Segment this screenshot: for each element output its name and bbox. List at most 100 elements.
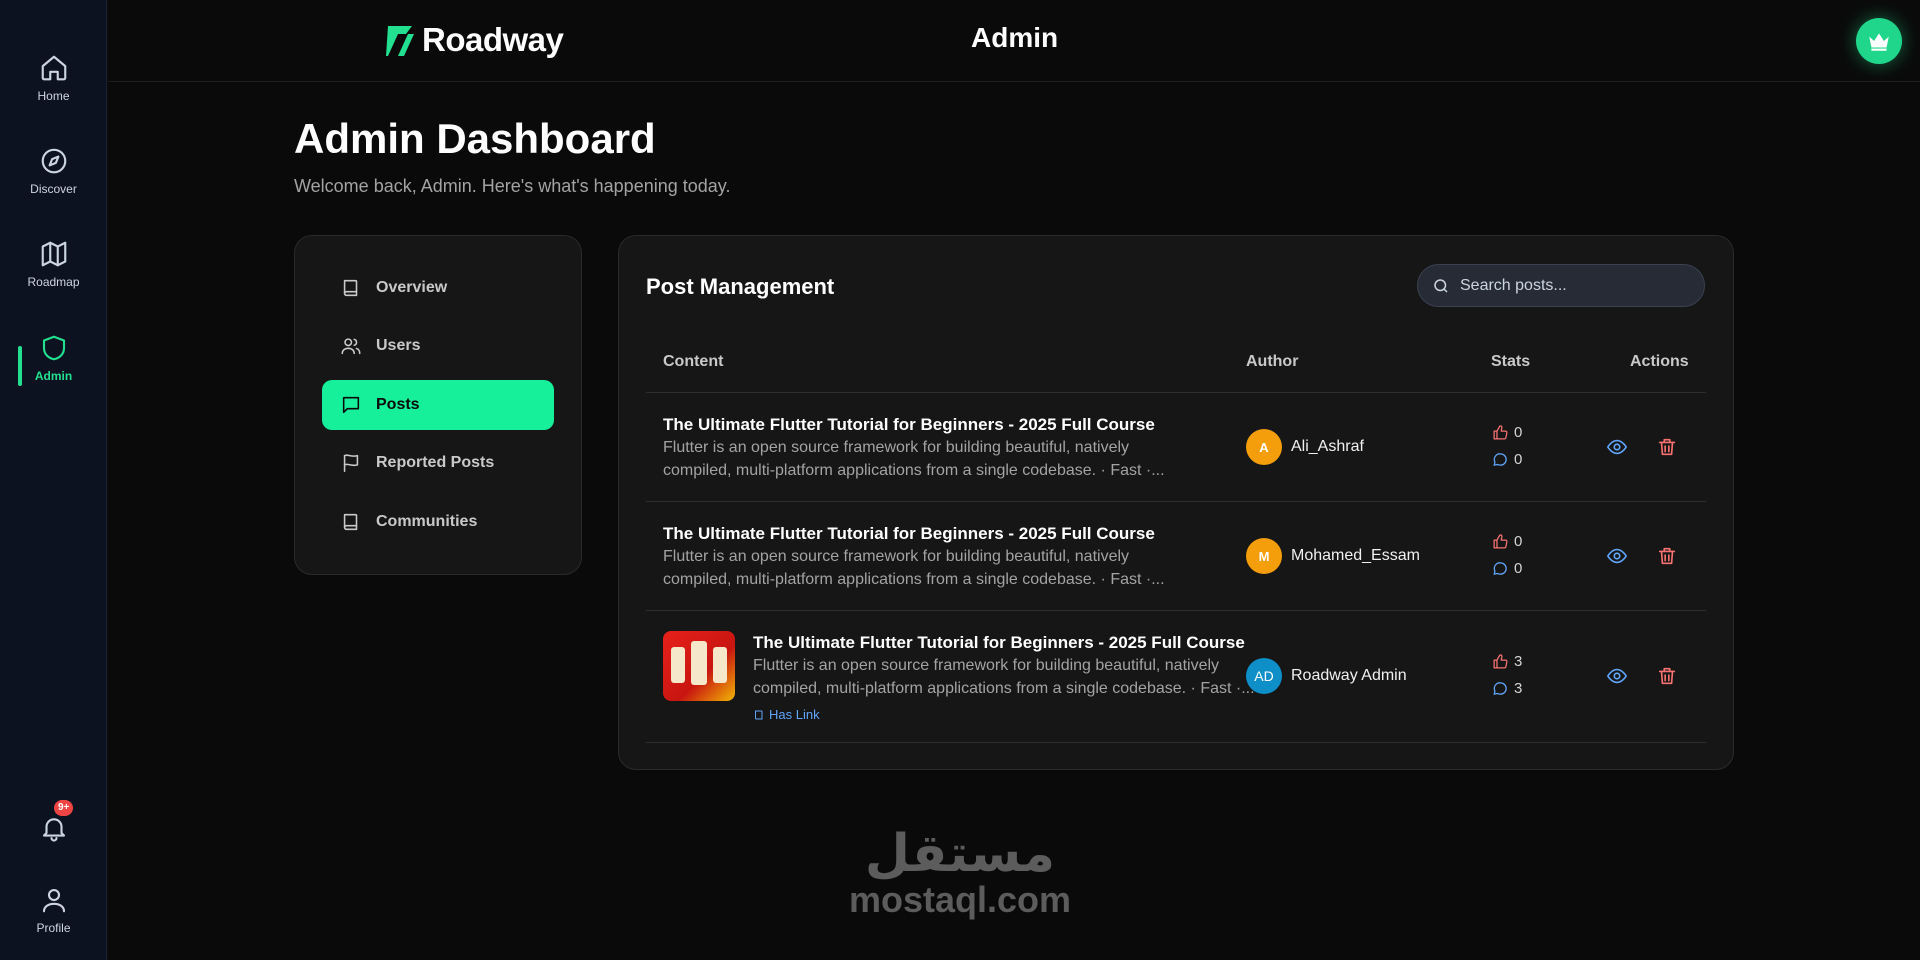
top-bar: Roadway Admin [108, 0, 1920, 82]
user-icon [42, 888, 65, 913]
rail-label-discover: Discover [30, 182, 77, 196]
book-icon [755, 710, 763, 719]
left-rail: Home Discover Roadmap Admin 9+ Profile [0, 0, 107, 960]
comments-stat: 0 [1492, 560, 1522, 577]
comment-icon [1493, 562, 1507, 575]
post-thumbnail[interactable] [663, 631, 735, 701]
premium-button[interactable] [1856, 18, 1902, 64]
comments-stat: 3 [1492, 680, 1522, 697]
search-input[interactable] [1460, 276, 1690, 295]
table-row[interactable]: The Ultimate Flutter Tutorial for Beginn… [646, 502, 1706, 610]
users-icon [341, 338, 361, 355]
thumbnail-phone-mockup [713, 647, 727, 683]
likes-stat: 0 [1492, 424, 1522, 441]
likes-stat: 3 [1492, 653, 1522, 670]
has-link-tag[interactable]: Has Link [753, 707, 820, 722]
search-icon [1434, 278, 1448, 293]
nav-item-users[interactable]: Users [322, 321, 554, 371]
delete-post-button[interactable] [1654, 434, 1680, 460]
thumbs-up-icon [1493, 654, 1508, 669]
view-post-button[interactable] [1604, 543, 1630, 569]
nav-label-communities: Communities [376, 513, 478, 530]
rail-label-profile: Profile [36, 921, 71, 935]
nav-label-users: Users [376, 337, 421, 354]
watermark-latin: mostaql.com [848, 879, 1072, 920]
table-row[interactable]: The Ultimate Flutter Tutorial for Beginn… [646, 611, 1706, 742]
nav-item-reported-posts[interactable]: Reported Posts [322, 438, 554, 488]
rail-item-roadmap[interactable]: Roadmap [0, 224, 107, 304]
author-name[interactable]: Ali_Ashraf [1291, 438, 1364, 456]
comments-count: 0 [1514, 560, 1523, 577]
eye-icon [1607, 439, 1627, 455]
comment-icon [1493, 682, 1507, 695]
nav-item-overview[interactable]: Overview [322, 263, 554, 313]
trash-icon [1658, 438, 1676, 456]
row-divider [646, 742, 1706, 743]
rail-item-discover[interactable]: Discover [0, 131, 107, 211]
delete-post-button[interactable] [1654, 663, 1680, 689]
comments-count: 0 [1514, 451, 1523, 468]
rail-item-admin[interactable]: Admin [0, 318, 107, 398]
map-icon [41, 241, 66, 267]
post-management-title: Post Management [646, 274, 835, 299]
page-title: Admin Dashboard [294, 115, 656, 162]
comments-stat: 0 [1492, 451, 1522, 468]
author-name[interactable]: Roadway Admin [1291, 667, 1407, 685]
trash-icon [1658, 547, 1676, 565]
trash-icon [1658, 667, 1676, 685]
notifications-button[interactable]: 9+ [0, 788, 107, 868]
rail-label-admin: Admin [34, 369, 73, 383]
nav-label-posts: Posts [376, 396, 420, 413]
nav-item-communities[interactable]: Communities [322, 497, 554, 547]
bell-icon [42, 818, 65, 842]
roadway-logo[interactable]: Roadway [384, 20, 564, 60]
column-header-author: Author [1246, 353, 1299, 370]
likes-count: 3 [1514, 653, 1523, 670]
flag-icon [343, 454, 359, 473]
rail-label-roadmap: Roadmap [27, 275, 80, 289]
compass-icon [41, 148, 66, 174]
message-square-icon [342, 396, 360, 414]
watermark-arabic: مستقل [864, 824, 1056, 884]
post-excerpt: Flutter is an open source framework for … [663, 439, 1165, 479]
avatar: M [1246, 538, 1282, 574]
view-post-button[interactable] [1604, 434, 1630, 460]
thumbnail-phone-mockup [691, 641, 707, 685]
nav-label-overview: Overview [376, 279, 448, 296]
avatar: A [1246, 429, 1282, 465]
thumbs-up-icon [1493, 425, 1508, 440]
rail-item-profile[interactable]: Profile [0, 870, 107, 950]
thumbs-up-icon [1493, 534, 1508, 549]
home-icon [41, 55, 66, 81]
post-management-card: Post Management Content Author Stats Act… [618, 235, 1734, 770]
thumbnail-phone-mockup [671, 647, 685, 683]
likes-stat: 0 [1492, 533, 1522, 550]
post-excerpt: Flutter is an open source framework for … [753, 657, 1255, 697]
notification-count-badge: 9+ [54, 800, 74, 816]
mostaql-watermark: مستقل mostaql.com [840, 826, 1080, 918]
rail-item-home[interactable]: Home [0, 38, 107, 118]
post-title[interactable]: The Ultimate Flutter Tutorial for Beginn… [753, 633, 1245, 653]
post-excerpt: Flutter is an open source framework for … [663, 548, 1165, 588]
nav-label-reported-posts: Reported Posts [376, 454, 495, 471]
nav-item-posts[interactable]: Posts [322, 380, 554, 430]
comments-count: 3 [1514, 680, 1523, 697]
table-row[interactable]: The Ultimate Flutter Tutorial for Beginn… [646, 393, 1706, 501]
delete-post-button[interactable] [1654, 543, 1680, 569]
rail-label-home: Home [37, 89, 70, 103]
has-link-label: Has Link [769, 707, 820, 722]
author-name[interactable]: Mohamed_Essam [1291, 547, 1420, 565]
column-header-actions: Actions [1630, 353, 1689, 370]
likes-count: 0 [1514, 424, 1523, 441]
post-title[interactable]: The Ultimate Flutter Tutorial for Beginn… [663, 415, 1155, 435]
search-box[interactable] [1417, 264, 1705, 307]
logo-text: Roadway [422, 21, 564, 58]
admin-nav-card: Overview Users Posts Reported Posts Comm… [294, 235, 582, 575]
column-header-content: Content [663, 353, 724, 370]
book-icon [343, 513, 358, 531]
roadway-logo-icon [386, 26, 414, 57]
post-title[interactable]: The Ultimate Flutter Tutorial for Beginn… [663, 524, 1155, 544]
book-icon [343, 279, 358, 297]
eye-icon [1607, 668, 1627, 684]
view-post-button[interactable] [1604, 663, 1630, 689]
